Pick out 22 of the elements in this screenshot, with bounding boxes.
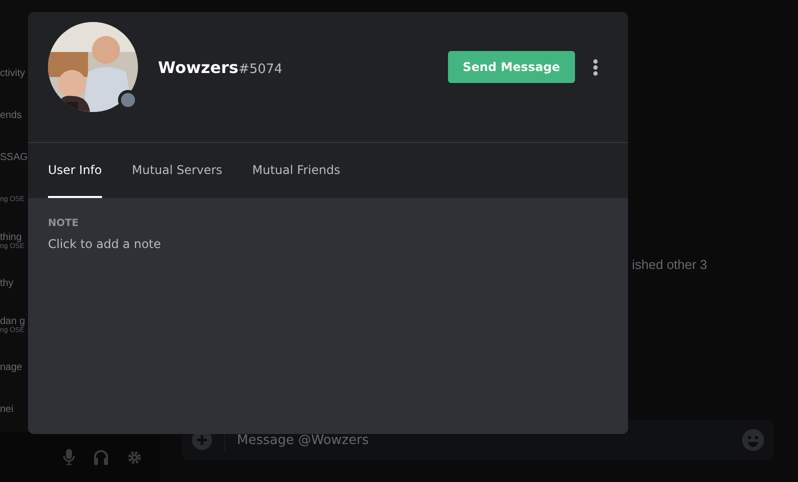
more-options-icon[interactable]: [593, 58, 598, 76]
username: Wowzers#5074: [158, 58, 284, 76]
send-message-button[interactable]: Send Message: [448, 51, 575, 83]
channel-name[interactable]: SSAG: [0, 152, 28, 162]
settings-icon[interactable]: [127, 450, 142, 464]
channel-name[interactable]: nage: [0, 362, 22, 372]
smiley-icon[interactable]: [742, 429, 764, 451]
message-text: ished other 3: [632, 257, 708, 272]
channel-name[interactable]: nei: [0, 404, 14, 414]
channel-name[interactable]: thing: [0, 232, 22, 243]
channel-name[interactable]: dan g: [0, 316, 26, 327]
microphone-icon[interactable]: [63, 449, 75, 465]
profile-tab[interactable]: Mutual Servers: [132, 143, 222, 198]
channel-name[interactable]: thy: [0, 278, 14, 288]
message-placeholder: Message @Wowzers: [237, 432, 370, 448]
channel-name[interactable]: ends: [0, 110, 22, 120]
channel-name[interactable]: ctivity: [0, 68, 25, 78]
profile-tab[interactable]: Mutual Friends: [252, 143, 340, 198]
headphones-icon[interactable]: [93, 449, 109, 465]
note-field[interactable]: Click to add a note: [48, 237, 348, 251]
profile-tab[interactable]: User Info: [48, 143, 102, 198]
note-heading: NOTE: [48, 218, 79, 229]
